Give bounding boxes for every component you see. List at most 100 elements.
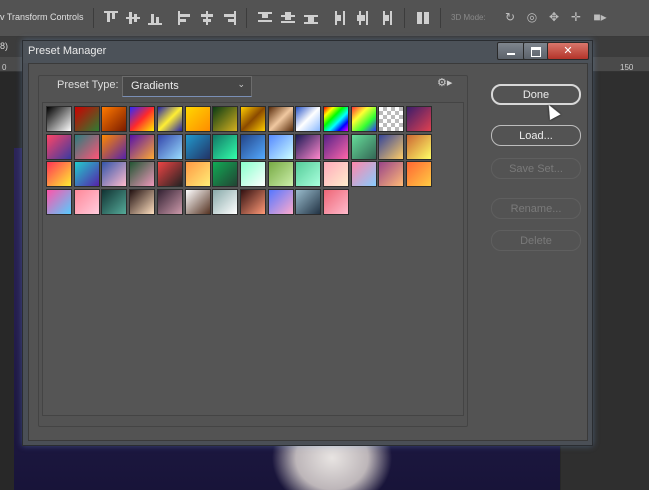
3d-roll-icon[interactable]: ◎ (525, 10, 539, 24)
close-button[interactable]: ✕ (547, 42, 589, 60)
gradient-swatch[interactable] (323, 106, 349, 132)
align-vertical-center-icon[interactable] (126, 11, 140, 25)
close-icon: ✕ (563, 45, 573, 57)
auto-align-layers-icon[interactable] (416, 11, 430, 25)
toolbar-separator (246, 8, 247, 28)
gradient-swatch[interactable] (267, 189, 294, 216)
gradient-swatch[interactable] (406, 133, 433, 160)
dialog-titlebar[interactable]: Preset Manager ✕ (23, 41, 592, 63)
gradient-swatch[interactable] (184, 106, 211, 132)
gradient-swatch[interactable] (212, 189, 239, 216)
distribute-horizontal-center-icon[interactable] (356, 11, 370, 25)
gradient-swatch[interactable] (406, 161, 433, 188)
gradient-swatch[interactable] (212, 106, 239, 132)
3d-mode-label: 3D Mode: (451, 13, 486, 22)
gradient-swatch[interactable] (73, 161, 100, 188)
distribute-vertical-center-icon[interactable] (281, 11, 295, 25)
gradient-swatch[interactable] (101, 189, 128, 216)
gradient-swatch[interactable] (323, 189, 349, 216)
gradient-swatch[interactable] (212, 133, 239, 160)
gradient-swatch[interactable] (184, 161, 211, 188)
3d-pan-icon[interactable]: ✥ (547, 10, 561, 24)
gradient-swatch-grid (42, 102, 464, 416)
toolbar-separator (404, 8, 405, 28)
gradient-swatch[interactable] (267, 106, 294, 132)
gradient-swatch[interactable] (350, 133, 377, 160)
align-right-icon[interactable] (222, 11, 236, 25)
gradient-swatch[interactable] (73, 189, 100, 216)
gradient-swatch[interactable] (239, 189, 266, 216)
dialog-title: Preset Manager (28, 45, 107, 57)
gradient-swatch[interactable] (323, 161, 349, 188)
gradient-swatch[interactable] (156, 161, 183, 188)
delete-button[interactable]: Delete (491, 230, 581, 251)
gradient-swatch[interactable] (46, 106, 72, 132)
gradient-swatch[interactable] (378, 106, 405, 132)
gradient-swatch[interactable] (350, 106, 377, 132)
gradient-swatch[interactable] (295, 133, 322, 160)
gradient-swatch[interactable] (73, 106, 100, 132)
3d-scale-icon[interactable]: ■▸ (591, 10, 609, 24)
preset-type-label: Preset Type: (57, 79, 119, 91)
gradient-swatch[interactable] (267, 133, 294, 160)
align-top-icon[interactable] (104, 11, 118, 25)
preset-type-value: Gradients (131, 80, 179, 92)
gradient-swatch[interactable] (156, 133, 183, 160)
minimize-button[interactable] (497, 42, 525, 60)
gradient-swatch[interactable] (156, 106, 183, 132)
distribute-right-icon[interactable] (379, 11, 393, 25)
distribute-left-icon[interactable] (334, 11, 348, 25)
chevron-down-icon: ⌄ (237, 79, 245, 89)
toolbar-separator (93, 8, 94, 28)
gradient-swatch[interactable] (267, 161, 294, 188)
gradient-swatch[interactable] (101, 161, 128, 188)
gradient-swatch[interactable] (295, 189, 322, 216)
gradient-swatch[interactable] (350, 161, 377, 188)
gradient-swatch[interactable] (378, 133, 405, 160)
distribute-top-icon[interactable] (258, 11, 272, 25)
gradient-swatch[interactable] (129, 106, 156, 132)
options-bar: v Transform Controls 3D Mode: ↻ ◎ ✥ ✛ ■▸ (0, 0, 649, 37)
gradient-swatch[interactable] (129, 189, 156, 216)
minimize-icon (507, 53, 515, 55)
align-bottom-icon[interactable] (148, 11, 162, 25)
gradient-swatch[interactable] (46, 133, 72, 160)
done-button[interactable]: Done (491, 84, 581, 105)
gradient-swatch[interactable] (46, 161, 72, 188)
gradient-swatch[interactable] (323, 133, 349, 160)
ruler-tick-label: 150 (620, 63, 634, 72)
gear-icon[interactable]: ⚙▸ (437, 76, 453, 90)
gradient-swatch[interactable] (73, 133, 100, 160)
gradient-swatch[interactable] (101, 106, 128, 132)
dialog-body: Preset Type: Gradients ⌄ ⚙▸ Done Load...… (28, 63, 588, 441)
3d-orbit-icon[interactable]: ↻ (503, 10, 517, 24)
gradient-swatch[interactable] (184, 189, 211, 216)
preset-type-select[interactable]: Gradients ⌄ (122, 76, 252, 97)
gradient-swatch[interactable] (378, 161, 405, 188)
gradient-swatch[interactable] (239, 161, 266, 188)
gradient-swatch[interactable] (129, 133, 156, 160)
gradient-swatch[interactable] (295, 161, 322, 188)
gradient-swatch[interactable] (184, 133, 211, 160)
rename-button[interactable]: Rename... (491, 198, 581, 219)
document-tab[interactable]: 8) (0, 41, 8, 51)
align-horizontal-center-icon[interactable] (200, 11, 214, 25)
gradient-swatch[interactable] (406, 106, 433, 132)
gradient-swatch[interactable] (129, 161, 156, 188)
load-button[interactable]: Load... (491, 125, 581, 146)
3d-slide-icon[interactable]: ✛ (569, 10, 583, 24)
align-left-icon[interactable] (178, 11, 192, 25)
distribute-bottom-icon[interactable] (304, 11, 318, 25)
preset-manager-dialog: Preset Manager ✕ Preset Type: Gradients … (22, 40, 593, 446)
gradient-swatch[interactable] (239, 133, 266, 160)
show-transform-controls-label[interactable]: v Transform Controls (0, 12, 84, 22)
save-set-button[interactable]: Save Set... (491, 158, 581, 179)
gradient-swatch[interactable] (239, 106, 266, 132)
gradient-swatch[interactable] (101, 133, 128, 160)
gradient-swatch[interactable] (295, 106, 322, 132)
gradient-swatch[interactable] (46, 189, 72, 216)
gradient-swatch[interactable] (156, 189, 183, 216)
maximize-button[interactable] (523, 42, 549, 60)
maximize-icon (531, 47, 541, 57)
gradient-swatch[interactable] (212, 161, 239, 188)
